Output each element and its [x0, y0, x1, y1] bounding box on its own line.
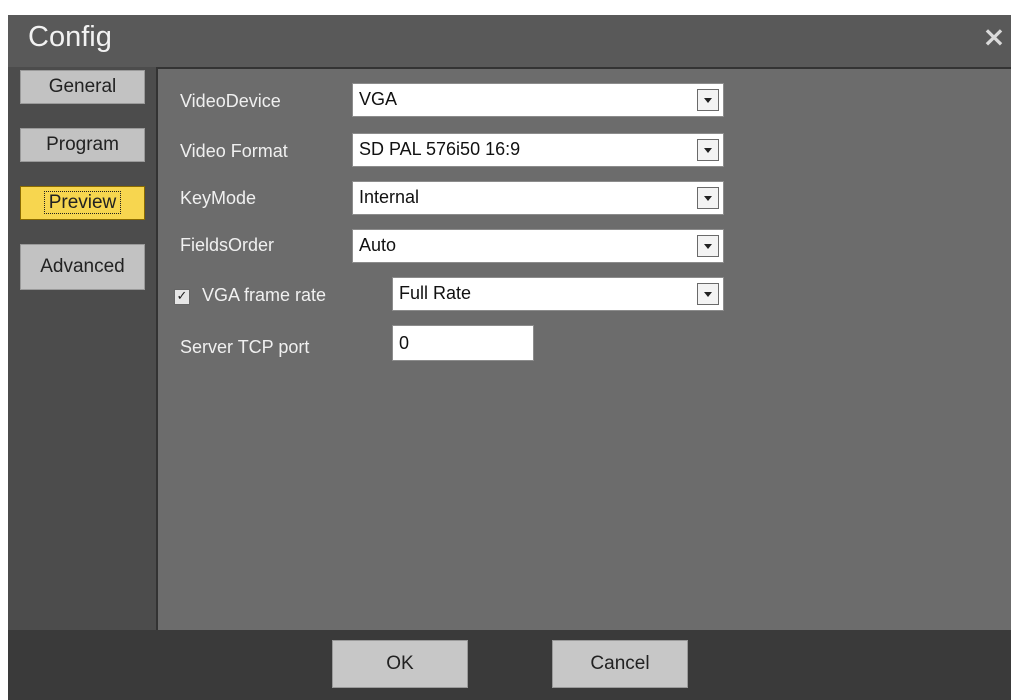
video-device-label: VideoDevice — [180, 91, 281, 111]
tab-general-label: General — [48, 76, 117, 97]
vga-frame-rate-checkbox[interactable]: ✓ — [174, 289, 190, 305]
tab-general[interactable]: General — [20, 70, 145, 104]
vga-frame-rate-select[interactable]: Full Rate — [392, 277, 724, 311]
chevron-down-icon[interactable] — [697, 89, 719, 111]
preview-settings-panel: VideoDevice VGA Video Format SD PAL 576i… — [156, 67, 1011, 630]
cancel-button[interactable]: Cancel — [552, 640, 688, 688]
fields-order-label: FieldsOrder — [180, 235, 275, 255]
window-title: Config — [28, 21, 112, 53]
server-tcp-port-label: Server TCP port — [180, 337, 310, 357]
config-dialog: Config × General Program Preview Advance… — [8, 15, 1011, 700]
fields-order-select[interactable]: Auto — [352, 229, 724, 263]
tab-program[interactable]: Program — [20, 128, 145, 162]
title-bar: Config × — [8, 15, 1011, 67]
video-format-select[interactable]: SD PAL 576i50 16:9 — [352, 133, 724, 167]
chevron-down-icon[interactable] — [697, 187, 719, 209]
server-tcp-port-input[interactable]: 0 — [392, 325, 534, 361]
dialog-body: General Program Preview Advanced VideoDe… — [8, 67, 1011, 630]
video-format-value: SD PAL 576i50 16:9 — [359, 139, 521, 159]
chevron-down-icon[interactable] — [697, 139, 719, 161]
dialog-footer: OK Cancel — [8, 630, 1011, 700]
video-device-select[interactable]: VGA — [352, 83, 724, 117]
key-mode-label: KeyMode — [180, 188, 257, 208]
key-mode-select[interactable]: Internal — [352, 181, 724, 215]
tab-preview-label: Preview — [43, 191, 122, 214]
tab-advanced[interactable]: Advanced — [20, 244, 145, 290]
key-mode-value: Internal — [359, 187, 420, 207]
video-device-value: VGA — [359, 89, 398, 109]
ok-button[interactable]: OK — [332, 640, 468, 688]
vga-frame-rate-label: VGA frame rate — [202, 285, 327, 305]
vga-frame-rate-value: Full Rate — [399, 283, 472, 303]
video-format-label: Video Format — [180, 141, 288, 161]
tab-advanced-label: Advanced — [40, 256, 125, 277]
tab-preview[interactable]: Preview — [20, 186, 145, 220]
chevron-down-icon[interactable] — [697, 283, 719, 305]
close-icon[interactable]: × — [981, 23, 1007, 51]
chevron-down-icon[interactable] — [697, 235, 719, 257]
fields-order-value: Auto — [359, 235, 397, 255]
sidebar: General Program Preview Advanced — [8, 67, 156, 630]
tab-program-label: Program — [46, 134, 119, 155]
